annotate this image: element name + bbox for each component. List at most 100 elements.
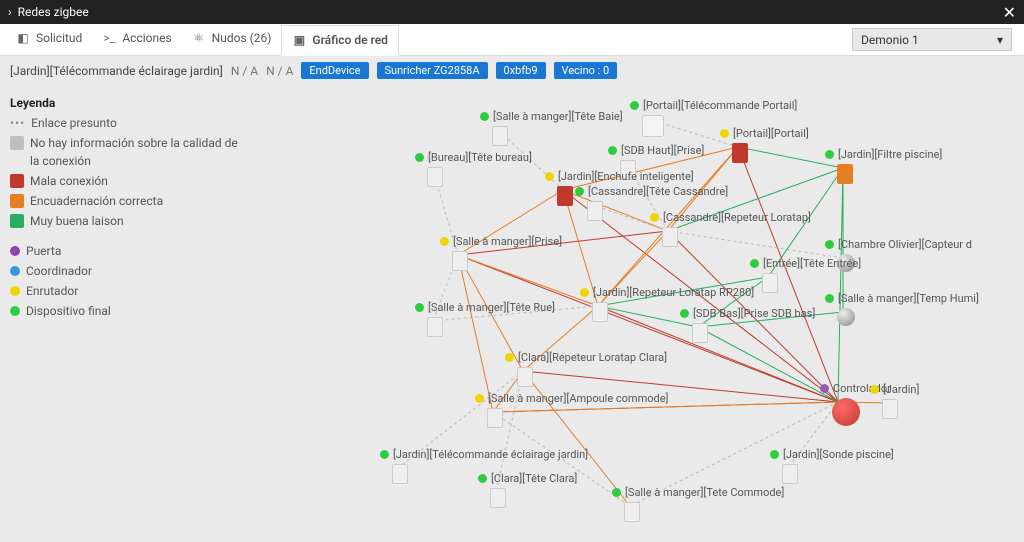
node-type-dot [478, 474, 487, 483]
graph-node[interactable]: [Chambre Olivier][Capteur d [825, 238, 972, 251]
graph-node[interactable]: [Jardin][Enchufe inteligente] [545, 170, 694, 183]
device-icon [642, 115, 664, 137]
graph-node[interactable]: [Cassandre][Repeteur Loratap] [650, 211, 811, 224]
tab-label: Nudos (26) [212, 31, 272, 45]
device-icon [557, 186, 573, 206]
dashboard-icon: ◧ [16, 31, 30, 45]
node-label: [Chambre Olivier][Capteur d [838, 238, 972, 251]
node-label: [Jardin][Filtre piscine] [838, 148, 942, 161]
graph-node[interactable]: [Jardin] [870, 383, 919, 396]
graph-node[interactable]: [Jardin][Filtre piscine] [825, 148, 942, 161]
selected-device: [Jardin][Télécommande éclairage jardin] [10, 64, 223, 78]
badge-address: 0xbfb9 [496, 62, 546, 79]
node-label: [Cassandre][Tête Cassandre] [588, 185, 728, 198]
node-label: [Bureau][Tête bureau] [428, 151, 532, 164]
device-icon [662, 227, 678, 247]
device-icon [832, 398, 860, 426]
device-icon [492, 126, 508, 146]
graph-node[interactable]: [Salle à manger][Tete Commode] [612, 486, 784, 499]
node-type-dot [720, 129, 729, 138]
daemon-select[interactable]: Demonio 1 ▾ [852, 28, 1012, 51]
window-title: Redes zigbee [18, 5, 89, 19]
info-row: [Jardin][Télécommande éclairage jardin] … [0, 56, 1024, 83]
graph-node[interactable]: [Salle à manger][Tête Baie] [480, 110, 623, 123]
toolbar: ◧ Solicitud >_ Acciones ⚛ Nudos (26) ▣ G… [0, 24, 1024, 56]
badge-model: Sunricher ZG2858A [377, 62, 488, 79]
node-label: [Jardin][Enchufe inteligente] [558, 170, 694, 183]
device-icon [452, 251, 468, 271]
node-type-dot [825, 240, 834, 249]
tab-nodes[interactable]: ⚛ Nudos (26) [182, 24, 282, 55]
daemon-label: Demonio 1 [861, 33, 919, 47]
device-icon [624, 502, 640, 522]
node-type-dot [630, 101, 639, 110]
graph-node[interactable]: [Clara][Tête Clara] [478, 472, 577, 485]
image-icon: ▣ [292, 33, 306, 47]
node-label: [Salle à manger][Temp Humi] [838, 292, 979, 305]
node-type-dot [415, 153, 424, 162]
graph-node[interactable]: [Salle à manger][Tête Rue] [415, 301, 555, 314]
node-label: [Portail][Télécommande Portail] [643, 99, 797, 112]
node-type-dot [440, 237, 449, 246]
node-type-dot [650, 213, 659, 222]
node-type-dot [770, 450, 779, 459]
graph-node[interactable]: [Jardin][Repeteur Loratap RP280] [580, 286, 754, 299]
node-label: [SDB Haut][Prise] [621, 144, 704, 157]
device-icon [487, 408, 503, 428]
node-label: [Jardin][Sonde piscine] [783, 448, 894, 461]
close-icon[interactable]: ✕ [1003, 3, 1016, 22]
network-graph[interactable]: [Salle à manger][Tête Baie] [Portail][Tél… [0, 80, 1024, 542]
tab-label: Gráfico de red [312, 33, 388, 47]
na-value: N / A [266, 64, 293, 78]
device-icon [427, 317, 443, 337]
graph-node[interactable]: [Salle à manger][Ampoule commode] [475, 392, 668, 405]
node-label: [Clara][Repeteur Loratap Clara] [518, 351, 667, 364]
tab-network-graph[interactable]: ▣ Gráfico de red [281, 25, 399, 56]
node-label: [Salle à manger][Tête Baie] [493, 110, 623, 123]
graph-node[interactable]: [SDB Haut][Prise] [608, 144, 704, 157]
graph-node[interactable]: [Salle à manger][Temp Humi] [825, 292, 979, 305]
graph-node[interactable]: [Portail][Portail] [720, 127, 809, 140]
badge-neighbor: Vecino : 0 [554, 62, 618, 79]
graph-node[interactable]: [Cassandre][Tête Cassandre] [575, 185, 728, 198]
node-label: [Clara][Tête Clara] [491, 472, 577, 485]
graph-node[interactable]: [Jardin][Sonde piscine] [770, 448, 894, 461]
graph-node[interactable]: [Entrée][Tête Entrée] [750, 257, 861, 270]
node-type-dot [870, 385, 879, 394]
node-type-dot [825, 150, 834, 159]
chevron-down-icon: ▾ [997, 33, 1003, 47]
node-label: [Jardin] [883, 383, 919, 396]
node-type-dot [475, 394, 484, 403]
graph-node[interactable]: [Salle à manger][Prise] [440, 235, 562, 248]
tab-request[interactable]: ◧ Solicitud [6, 24, 92, 55]
node-type-dot [545, 172, 554, 181]
device-icon [837, 164, 853, 184]
tab-label: Solicitud [36, 31, 82, 45]
node-type-dot [380, 450, 389, 459]
node-label: [Entrée][Tête Entrée] [763, 257, 861, 270]
device-icon [592, 302, 608, 322]
graph-node[interactable]: [Bureau][Tête bureau] [415, 151, 532, 164]
node-label: [Portail][Portail] [733, 127, 809, 140]
titlebar: › Redes zigbee ✕ [0, 0, 1024, 24]
node-label: [Jardin][Télécommande éclairage jardin] [393, 448, 588, 461]
node-type-dot [820, 384, 829, 393]
tab-actions[interactable]: >_ Acciones [92, 24, 181, 55]
device-icon [762, 273, 778, 293]
graph-node[interactable]: [Clara][Repeteur Loratap Clara] [505, 351, 667, 364]
device-icon [692, 323, 708, 343]
graph-node[interactable]: [Jardin][Télécommande éclairage jardin] [380, 448, 588, 461]
node-type-dot [608, 146, 617, 155]
node-type-dot [680, 309, 689, 318]
device-icon [427, 167, 443, 187]
node-type-dot [505, 353, 514, 362]
na-value: N / A [231, 64, 258, 78]
node-label: [SDB Bas][Prise SDB bas] [693, 307, 815, 320]
node-label: [Salle à manger][Tete Commode] [625, 486, 784, 499]
graph-node[interactable]: [Portail][Télécommande Portail] [630, 99, 797, 112]
node-label: [Salle à manger][Ampoule commode] [488, 392, 668, 405]
device-icon [392, 464, 408, 484]
node-type-dot [415, 303, 424, 312]
device-icon [732, 143, 748, 163]
graph-node[interactable]: [SDB Bas][Prise SDB bas] [680, 307, 815, 320]
